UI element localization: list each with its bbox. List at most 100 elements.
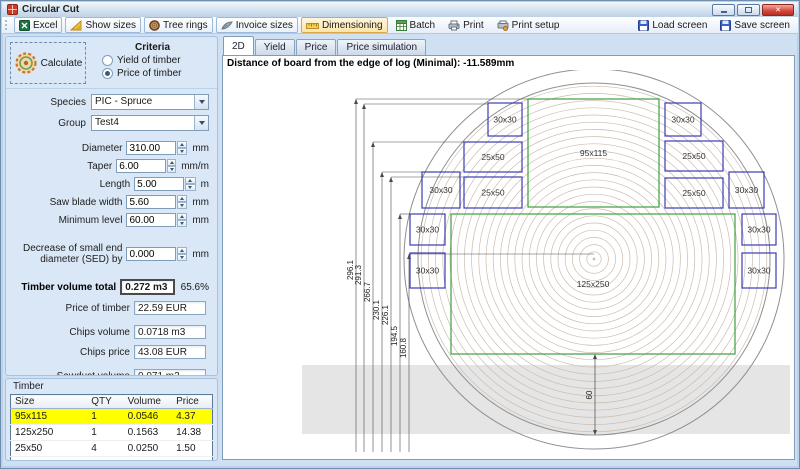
table-cell: 125x250 <box>11 425 88 441</box>
log-drawing: 296.1291.3266.7230.1226.1194.5160.86030x… <box>224 70 790 458</box>
chips-price-value: 43.08 EUR <box>134 345 206 359</box>
calculate-button[interactable]: Calculate <box>10 42 86 84</box>
result-label: Chips volume <box>6 327 134 338</box>
column-header[interactable]: Volume <box>124 395 172 409</box>
toolbar-button-print-setup[interactable]: Print setup <box>492 17 565 33</box>
criteria-group: Criteria Yield of timber Price of timber <box>86 42 213 84</box>
taper-input[interactable] <box>116 159 166 173</box>
sed-decrease-input[interactable] <box>126 247 176 261</box>
dimension-label: 230.1 <box>372 299 381 320</box>
result-label: Sawdust volume <box>6 371 134 377</box>
toolbar-button-invoice-sizes[interactable]: Invoice sizes <box>216 17 298 33</box>
spin-down-icon <box>177 202 187 209</box>
species-select[interactable]: PIC - Spruce <box>91 94 209 110</box>
toolbar-button-batch[interactable]: Batch <box>391 17 441 33</box>
toolbar-button-load-screen[interactable]: Load screen <box>633 17 712 33</box>
table-row[interactable]: 30x3080.03602.34 <box>11 457 213 462</box>
column-header[interactable]: Size <box>11 395 88 409</box>
criteria-option-price[interactable]: Price of timber <box>102 68 213 79</box>
dimension-label: 60 <box>585 390 594 399</box>
spin-down-icon <box>177 220 187 227</box>
show-sizes-icon <box>70 20 82 31</box>
chevron-down-icon[interactable] <box>194 116 208 130</box>
spinner[interactable] <box>177 247 187 261</box>
maximize-button[interactable] <box>737 4 760 16</box>
toolbar-button-show-sizes[interactable]: Show sizes <box>65 17 141 33</box>
table-cell: 25x50 <box>11 441 88 457</box>
dimension-label: 291.3 <box>354 264 363 285</box>
board-label: 30x30 <box>747 225 770 235</box>
species-value: PIC - Spruce <box>92 95 194 109</box>
field-unit: m <box>201 179 209 190</box>
spinner[interactable] <box>177 195 187 209</box>
field-unit: mm <box>192 215 209 226</box>
field-unit: mm/m <box>181 161 209 172</box>
tab-label: Yield <box>264 42 286 53</box>
sidebar: Calculate Criteria Yield of timber Price… <box>4 34 219 462</box>
board-label: 125x250 <box>577 279 610 289</box>
group-select[interactable]: Test4 <box>91 115 209 131</box>
tab-2d[interactable]: 2D <box>223 36 254 55</box>
tab-label: 2D <box>232 41 245 52</box>
radio-icon[interactable] <box>102 55 113 66</box>
result-label: Price of timber <box>6 303 134 314</box>
distance-heading: Distance of board from the edge of log (… <box>227 58 794 69</box>
chips-volume-value: 0.0718 m3 <box>134 325 206 339</box>
toolbar-button-label: Invoice sizes <box>236 20 293 31</box>
length-input[interactable] <box>134 177 184 191</box>
waste-band <box>302 365 790 434</box>
tab-yield[interactable]: Yield <box>255 39 295 55</box>
print-setup-icon <box>497 20 509 31</box>
timber-volume-total-value: 0.272 m3 <box>120 279 174 295</box>
board-label: 25x50 <box>481 152 504 162</box>
radio-icon[interactable] <box>102 68 113 79</box>
tab-bar: 2D Yield Price Price simulation <box>223 37 426 55</box>
tab-price[interactable]: Price <box>296 39 337 55</box>
criteria-option-yield[interactable]: Yield of timber <box>102 55 213 66</box>
toolbar-button-dimensioning[interactable]: Dimensioning <box>301 17 388 33</box>
toolbar-button-save-screen[interactable]: Save screen <box>715 17 795 33</box>
table-cell: 14.38 <box>172 425 212 441</box>
minimize-button[interactable] <box>712 4 735 16</box>
spinner[interactable] <box>167 159 176 173</box>
board-label: 95x115 <box>580 148 608 158</box>
board-label: 30x30 <box>416 225 439 235</box>
saw-blade-icon <box>14 51 38 75</box>
app-icon <box>7 4 18 15</box>
toolbar-button-print[interactable]: Print <box>443 17 489 33</box>
column-header[interactable]: QTY <box>87 395 123 409</box>
table-header-row: Size QTY Volume Price <box>11 395 213 409</box>
toolbar-button-label: Dimensioning <box>322 20 383 31</box>
toolbar: Excel Show sizes Tree rings Invoice size… <box>2 17 798 34</box>
spinner[interactable] <box>177 213 187 227</box>
toolbar-button-tree-rings[interactable]: Tree rings <box>144 17 213 33</box>
toolbar-button-excel[interactable]: Excel <box>14 17 62 33</box>
timber-panel-title: Timber <box>6 379 217 393</box>
spinner[interactable] <box>177 141 187 155</box>
drawing-panel: Distance of board from the edge of log (… <box>222 55 795 460</box>
table-cell: 0.0360 <box>124 457 172 462</box>
minimum-level-input[interactable] <box>126 213 176 227</box>
diameter-input[interactable] <box>126 141 176 155</box>
sawdust-volume-value: 0.071 m3 <box>134 369 206 376</box>
table-row[interactable]: 125x25010.156314.38 <box>11 425 213 441</box>
saw-blade-width-input[interactable] <box>126 195 176 209</box>
table-cell: 30x30 <box>11 457 88 462</box>
field-unit: mm <box>192 197 209 208</box>
table-cell: 1 <box>87 425 123 441</box>
column-header[interactable]: Price <box>172 395 212 409</box>
board-label: 30x30 <box>747 266 770 276</box>
tab-price-simulation[interactable]: Price simulation <box>337 39 426 55</box>
table-row[interactable]: 25x5040.02501.50 <box>11 441 213 457</box>
table-cell: 4 <box>87 441 123 457</box>
chevron-down-icon[interactable] <box>194 95 208 109</box>
dimension-label: 194.5 <box>390 325 399 346</box>
dimensioning-icon <box>306 20 319 31</box>
table-cell: 1.50 <box>172 441 212 457</box>
save-screen-icon <box>720 20 731 31</box>
main-panel: 2D Yield Price Price simulation Distance… <box>222 34 798 463</box>
table-row[interactable]: 95x11510.05464.37 <box>11 409 213 425</box>
toolbar-button-label: Excel <box>33 20 57 31</box>
spinner[interactable] <box>185 177 196 191</box>
close-button[interactable]: ✕ <box>762 4 794 16</box>
